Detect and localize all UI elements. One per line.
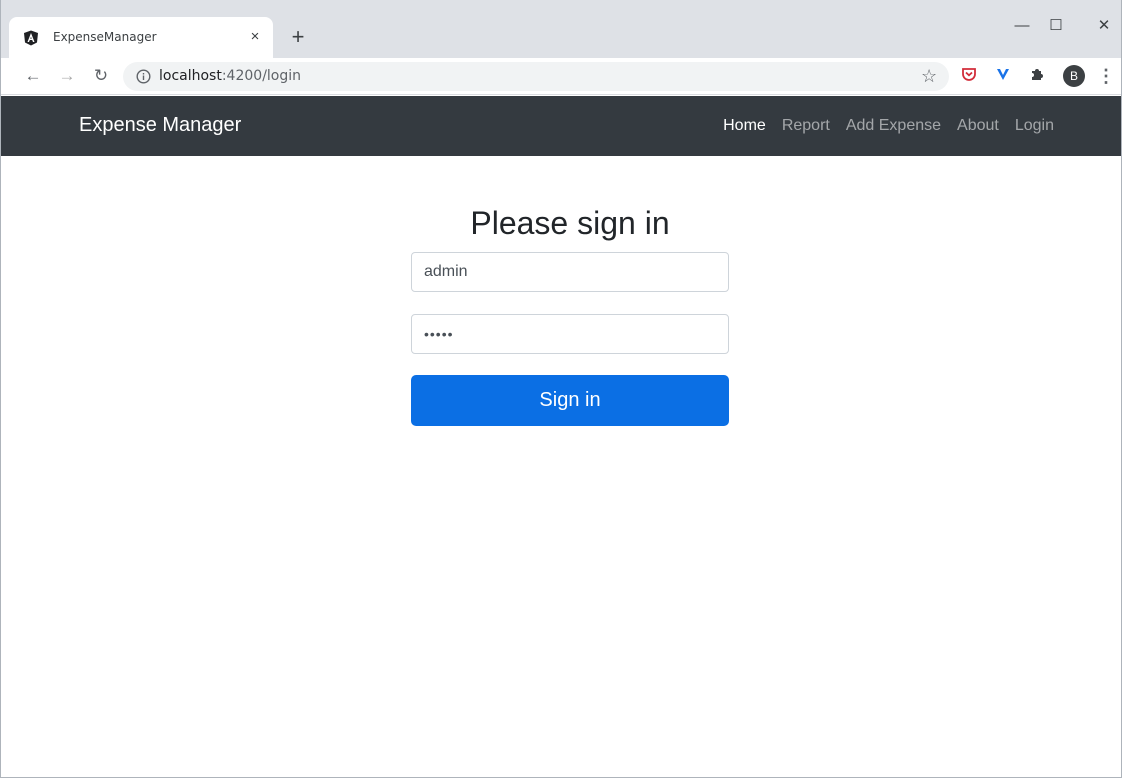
nav-link-add-expense[interactable]: Add Expense	[846, 117, 941, 135]
nav-link-about[interactable]: About	[957, 117, 999, 135]
back-icon[interactable]: ←	[21, 64, 45, 88]
nav-link-login[interactable]: Login	[1015, 117, 1054, 135]
username-input[interactable]: admin	[411, 252, 729, 292]
reload-icon[interactable]: ↻	[89, 64, 113, 88]
nav-links: Home Report Add Expense About Login	[723, 117, 1054, 135]
nav-link-home[interactable]: Home	[723, 117, 766, 135]
profile-avatar[interactable]: B	[1063, 65, 1085, 87]
angular-icon	[23, 30, 39, 46]
url-text: localhost:4200/login	[159, 68, 301, 84]
browser-tab[interactable]: ExpenseManager ×	[9, 17, 273, 58]
browser-toolbar: ← → ↻ localhost:4200/login ☆ B ⋮	[1, 58, 1121, 95]
star-icon[interactable]: ☆	[921, 66, 937, 86]
close-window-icon[interactable]: ✕	[1089, 14, 1119, 38]
url-host: localhost	[159, 68, 222, 84]
app-navbar: Expense Manager Home Report Add Expense …	[1, 96, 1121, 156]
page-title: Please sign in	[470, 205, 670, 241]
info-icon[interactable]	[136, 69, 151, 84]
close-tab-icon[interactable]: ×	[245, 27, 265, 47]
address-bar[interactable]: localhost:4200/login ☆	[123, 62, 949, 91]
password-input[interactable]: •••••	[411, 314, 729, 354]
puzzle-icon[interactable]	[1027, 66, 1047, 86]
menu-icon[interactable]: ⋮	[1097, 64, 1115, 88]
vpn-icon[interactable]	[993, 66, 1013, 86]
tab-strip: ExpenseManager × + — ☐ ✕	[1, 0, 1121, 58]
browser-window: ExpenseManager × + — ☐ ✕ ← → ↻ localhost…	[0, 0, 1122, 778]
minimize-icon[interactable]: —	[1007, 14, 1037, 38]
maximize-icon[interactable]: ☐	[1041, 14, 1071, 38]
pocket-icon[interactable]	[959, 66, 979, 86]
forward-icon[interactable]: →	[55, 64, 79, 88]
nav-link-report[interactable]: Report	[782, 117, 830, 135]
url-path: :4200/login	[221, 68, 302, 84]
tab-title: ExpenseManager	[53, 30, 157, 44]
brand-title[interactable]: Expense Manager	[79, 114, 241, 137]
new-tab-icon[interactable]: +	[286, 26, 310, 50]
sign-in-button[interactable]: Sign in	[411, 375, 729, 426]
